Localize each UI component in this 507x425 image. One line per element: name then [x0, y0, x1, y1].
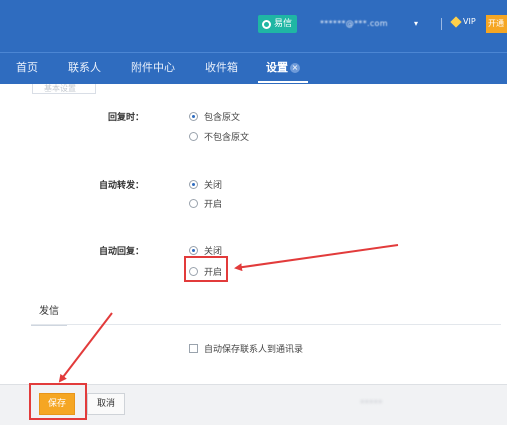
auto-forward-label: 自动转发： — [98, 181, 144, 191]
top-header: 易信 ******@***.com ▾ VIP 开通 — [0, 0, 507, 52]
upgrade-button[interactable]: 开通 — [486, 15, 507, 33]
vip-label: VIP — [463, 17, 476, 26]
diamond-icon — [450, 15, 462, 28]
vip-link[interactable]: VIP — [450, 15, 476, 28]
active-tab-indicator — [258, 81, 308, 83]
basic-settings-tab-label: 基本设置 — [44, 84, 76, 93]
auto-reply-label: 自动回复： — [98, 247, 144, 257]
checkbox[interactable] — [189, 344, 198, 353]
section-divider — [31, 324, 501, 325]
tab-contacts[interactable]: 联系人 — [68, 53, 101, 84]
reply-label: 回复时： — [107, 113, 144, 123]
annotation-highlight-save — [29, 383, 87, 420]
tab-home[interactable]: 首页 — [16, 53, 38, 84]
radio-button[interactable] — [189, 246, 198, 255]
reply-include-original-option[interactable]: 包含原文 — [189, 110, 240, 123]
tab-attachments[interactable]: 附件中心 — [131, 53, 175, 84]
yixin-label: 易信 — [274, 19, 293, 29]
main-nav: 首页 联系人 附件中心 收件箱 设置 × — [0, 52, 507, 84]
header-divider — [441, 18, 442, 30]
tab-send[interactable]: 发信 — [31, 302, 67, 326]
yixin-icon — [262, 19, 271, 29]
annotation-highlight-enable — [184, 256, 228, 282]
yixin-button[interactable]: 易信 — [258, 15, 298, 33]
cancel-button[interactable]: 取消 — [87, 393, 125, 415]
auto-forward-off-option[interactable]: 关闭 — [189, 178, 222, 191]
radio-button[interactable] — [189, 199, 198, 208]
auto-save-contacts-option[interactable]: 自动保存联系人到通讯录 — [189, 342, 303, 355]
radio-button[interactable] — [189, 112, 198, 121]
tab-inbox[interactable]: 收件箱 — [205, 53, 238, 84]
tab-settings[interactable]: 设置 × — [266, 53, 300, 84]
option-label: 开启 — [204, 200, 223, 210]
watermark: ***** — [360, 399, 383, 409]
chevron-down-icon[interactable]: ▾ — [414, 19, 418, 28]
auto-forward-on-option[interactable]: 开启 — [189, 197, 222, 210]
close-icon[interactable]: × — [290, 63, 300, 73]
account-name[interactable]: ******@***.com — [320, 19, 388, 28]
option-label: 包含原文 — [204, 113, 241, 123]
option-label: 自动保存联系人到通讯录 — [204, 345, 304, 355]
option-label: 不包含原文 — [204, 133, 250, 143]
reply-exclude-original-option[interactable]: 不包含原文 — [189, 130, 249, 143]
radio-button[interactable] — [189, 180, 198, 189]
option-label: 关闭 — [204, 181, 223, 191]
radio-button[interactable] — [189, 132, 198, 141]
tab-settings-label: 设置 — [266, 61, 288, 74]
arrow-to-enable-option — [234, 244, 399, 272]
